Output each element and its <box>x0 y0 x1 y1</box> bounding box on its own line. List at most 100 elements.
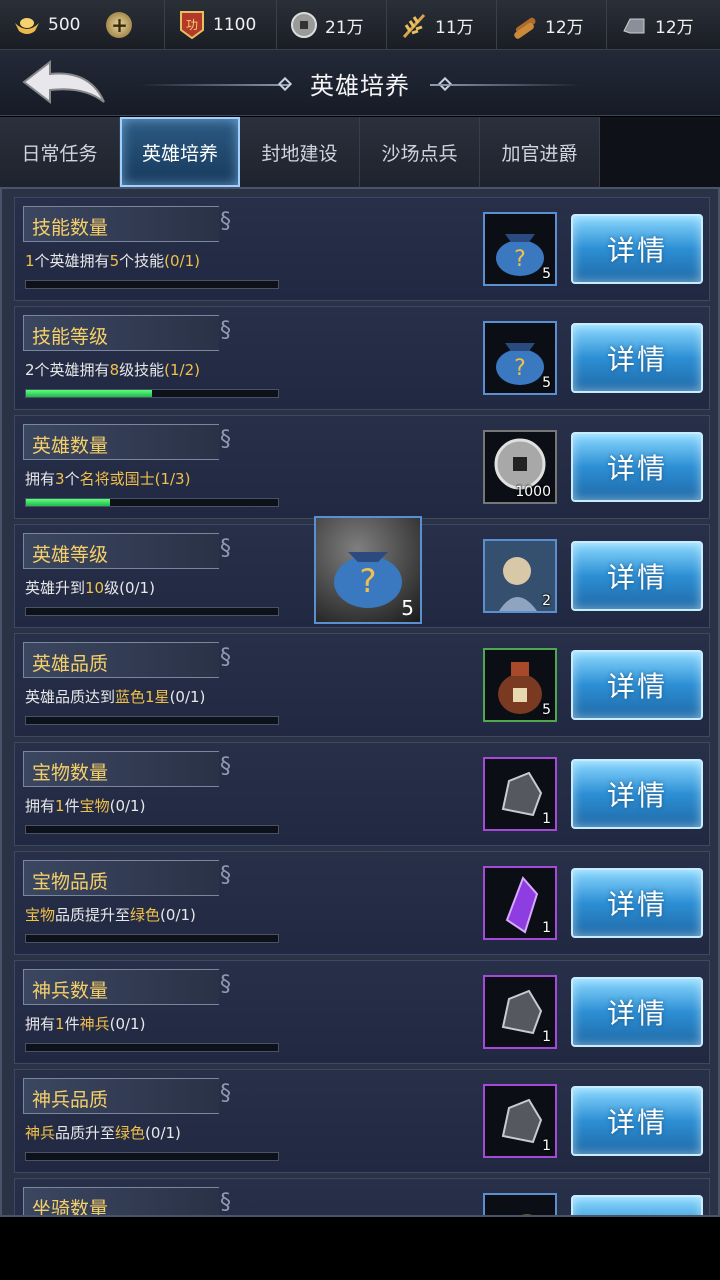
gold-ingot-icon <box>12 10 42 40</box>
task-desc-segment: 个英雄拥有 <box>34 252 110 270</box>
task-desc-segment: (0/1) <box>164 252 200 270</box>
task-title-box: 坐骑数量 <box>23 1187 231 1215</box>
task-description: 2个英雄拥有8级技能(1/2) <box>25 359 200 380</box>
task-desc-segment: (0/1) <box>109 797 146 815</box>
task-progress-bar <box>25 825 279 834</box>
detail-button[interactable]: 详情 <box>571 214 703 284</box>
iron-value: 12万 <box>655 17 694 38</box>
resource-gold[interactable]: 500 + <box>0 0 165 50</box>
task-reward[interactable]: 1 <box>483 866 557 940</box>
task-desc-segment: 宝物 <box>25 906 56 924</box>
detail-button[interactable]: 详情 <box>571 541 703 611</box>
task-reward[interactable] <box>483 1193 557 1215</box>
task-item: 技能数量 1个英雄拥有 5 个技能(0/1) ? 5 详情 <box>14 197 710 301</box>
task-list[interactable]: 技能数量 1个英雄拥有5个技能(0/1) ? 5 详情 技能等级 2个英雄拥有8… <box>0 187 720 1217</box>
task-title: 神兵品质 <box>32 1089 109 1111</box>
reward-count: 1 <box>542 811 551 827</box>
reward-count: 1 <box>542 1138 551 1154</box>
task-desc-segment: (0/1) <box>160 906 196 924</box>
task-reward[interactable]: ? 5 <box>483 212 557 286</box>
task-description: 神兵品质升至绿色(0/1) <box>25 1122 181 1143</box>
detail-button[interactable]: 详情 <box>571 1086 703 1156</box>
reward-count: 1000 <box>515 484 551 500</box>
tab-hero-training[interactable]: 英雄培养 <box>120 117 240 187</box>
task-title-box: 英雄数量 <box>23 424 231 460</box>
task-desc-segment: 拥有 <box>25 1015 56 1033</box>
detail-button[interactable]: 详情 <box>571 1195 703 1215</box>
detail-button[interactable]: 详情 <box>571 868 703 938</box>
task-reward[interactable]: 1 <box>483 757 557 831</box>
task-desc-segment: 宝物 <box>79 797 110 815</box>
task-desc-segment: 1 <box>25 252 35 270</box>
task-desc-segment: 个 <box>64 470 80 488</box>
copper-coin-icon <box>289 10 319 40</box>
task-desc-segment: 级(0/1) <box>104 579 155 597</box>
task-desc-segment: 1 <box>55 797 65 815</box>
task-desc-segment: 神兵 <box>25 1124 56 1142</box>
task-desc-segment: 2 <box>25 361 35 379</box>
resource-bar: 500 + 功 1100 21万 11万 12万 12万 <box>0 0 720 50</box>
task-desc-segment: 品质升至 <box>55 1124 116 1142</box>
reward-popup-count: 5 <box>401 596 414 620</box>
task-desc-segment: (0/1) <box>169 688 206 706</box>
wood-icon <box>509 10 539 40</box>
task-reward[interactable]: ? 5 <box>483 321 557 395</box>
task-desc-segment: 英雄升到 <box>25 579 86 597</box>
task-title: 神兵数量 <box>32 980 109 1002</box>
task-item: 宝物数量 拥有1件宝物(0/1) 1 详情 <box>14 742 710 846</box>
resource-iron: 12万 <box>607 0 720 50</box>
task-desc-segment: (1/2) <box>164 361 200 379</box>
reward-count: 1 <box>542 920 551 936</box>
reward-count: 5 <box>542 266 551 282</box>
task-title-box: 技能数量 <box>23 206 231 242</box>
task-desc-segment: 品质提升至 <box>55 906 131 924</box>
task-reward[interactable]: 5 <box>483 648 557 722</box>
iron-icon <box>619 10 649 40</box>
task-reward[interactable]: 1 <box>483 1084 557 1158</box>
tab-daily-tasks[interactable]: 日常任务 <box>0 117 120 187</box>
task-title: 英雄数量 <box>32 435 109 457</box>
task-desc-segment: 10 <box>85 579 105 597</box>
task-progress-bar <box>25 716 279 725</box>
task-desc-segment: 件 <box>64 797 80 815</box>
task-reward[interactable]: 1 <box>483 975 557 1049</box>
task-reward[interactable]: 1000 <box>483 430 557 504</box>
gold-value: 500 <box>48 15 81 35</box>
svg-text:?: ? <box>360 562 377 600</box>
task-progress-bar <box>25 389 279 398</box>
page-title: 英雄培养 <box>310 72 410 100</box>
task-desc-segment: 个技能 <box>119 252 165 270</box>
task-desc-segment: 拥有 <box>25 470 56 488</box>
task-description: 拥有3个名将或国士(1/3) <box>25 468 190 489</box>
task-progress-bar <box>25 934 279 943</box>
resource-grain: 11万 <box>387 0 497 50</box>
svg-text:?: ? <box>514 356 526 381</box>
copper-value: 21万 <box>325 17 364 38</box>
tab-fief-building[interactable]: 封地建设 <box>240 117 360 187</box>
detail-button[interactable]: 详情 <box>571 323 703 393</box>
reward-count: 2 <box>542 593 551 609</box>
tab-battlefield[interactable]: 沙场点兵 <box>360 117 480 187</box>
reward-count: 5 <box>542 702 551 718</box>
detail-button[interactable]: 详情 <box>571 759 703 829</box>
resource-merit: 功 1100 <box>165 0 277 50</box>
tab-bar: 日常任务 英雄培养 封地建设 沙场点兵 加官进爵 <box>0 117 720 187</box>
task-title-box: 宝物品质 <box>23 860 231 896</box>
tab-promotion[interactable]: 加官进爵 <box>480 117 600 187</box>
task-desc-segment: 级技能 <box>119 361 165 379</box>
task-title: 宝物品质 <box>32 871 109 893</box>
detail-button[interactable]: 详情 <box>571 432 703 502</box>
task-title: 英雄等级 <box>32 544 109 566</box>
task-description: 拥有1件神兵(0/1) <box>25 1013 145 1034</box>
detail-button[interactable]: 详情 <box>571 650 703 720</box>
recharge-plus-button[interactable]: + <box>106 12 133 38</box>
detail-button[interactable]: 详情 <box>571 977 703 1047</box>
svg-text:?: ? <box>514 247 526 272</box>
task-desc-segment: 个英雄拥有 <box>34 361 110 379</box>
resource-copper: 21万 <box>277 0 387 50</box>
task-title-box: 宝物数量 <box>23 751 231 787</box>
merit-value: 1100 <box>213 15 257 35</box>
task-reward[interactable]: 2 <box>483 539 557 613</box>
task-desc-segment: 名将或国士 <box>79 470 155 488</box>
task-title-box: 英雄品质 <box>23 642 231 678</box>
